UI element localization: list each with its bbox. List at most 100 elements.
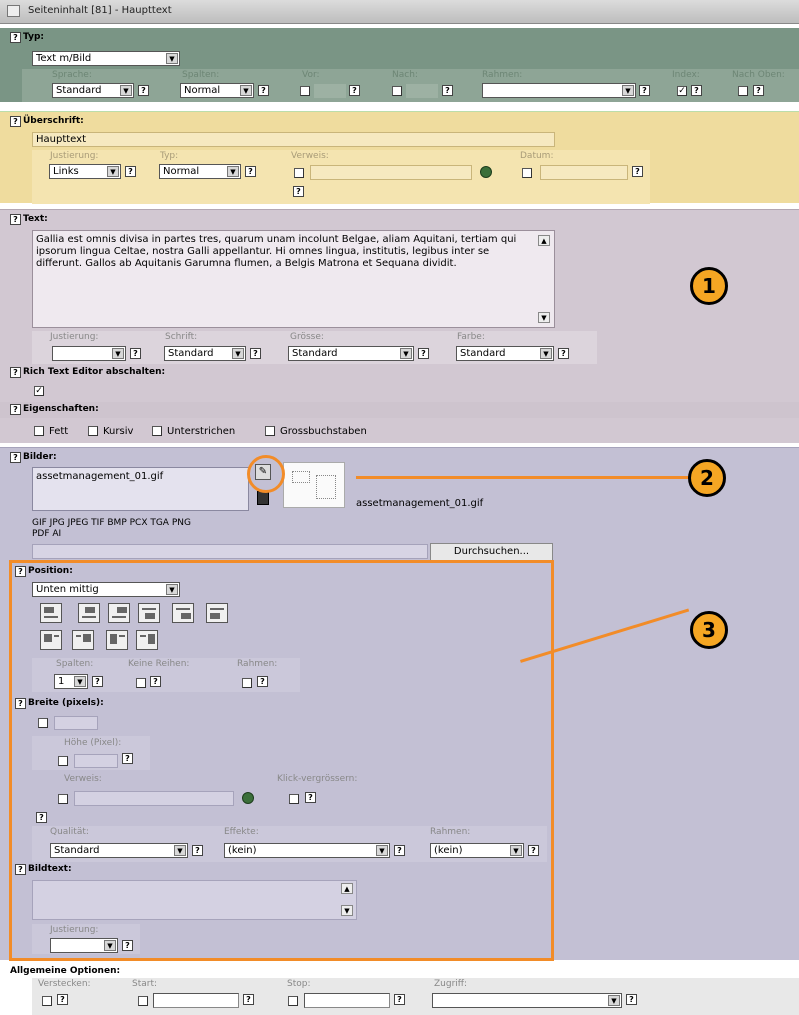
kursiv-checkbox[interactable] xyxy=(88,426,98,436)
help-icon[interactable]: ? xyxy=(10,367,21,378)
rte-header: Rich Text Editor abschalten: xyxy=(23,367,166,377)
help-icon[interactable]: ? xyxy=(753,85,764,96)
rahmen-label: Rahmen: xyxy=(482,70,523,80)
thumbnail-caption: assetmanagement_01.gif xyxy=(356,498,484,509)
grossbuchstaben-checkbox[interactable] xyxy=(265,426,275,436)
window-title: Seiteninhalt [81] - Haupttext xyxy=(28,5,172,16)
help-icon[interactable]: ? xyxy=(258,85,269,96)
help-icon[interactable]: ? xyxy=(125,166,136,177)
callout-badge-3: 3 xyxy=(690,611,728,649)
help-icon[interactable]: ? xyxy=(394,994,405,1005)
justierung-select[interactable]: Links ▼ xyxy=(49,164,121,179)
help-icon[interactable]: ? xyxy=(130,348,141,359)
text-body-textarea[interactable]: Gallia est omnis divisa in partes tres, … xyxy=(32,230,555,328)
nach-checkbox[interactable] xyxy=(392,86,402,96)
typ-section: ? Typ: Text m/Bild ▼ Sprache: Spalten: Vo… xyxy=(0,28,799,102)
start-input[interactable] xyxy=(153,993,239,1008)
image-thumbnail xyxy=(283,462,345,508)
help-icon[interactable]: ? xyxy=(418,348,429,359)
vor-input[interactable] xyxy=(314,84,346,98)
index-checkbox[interactable]: ✓ xyxy=(677,86,687,96)
verstecken-label: Verstecken: xyxy=(38,979,91,989)
justierung-select[interactable]: ▼ xyxy=(52,346,126,361)
scroll-up-icon[interactable]: ▲ xyxy=(538,235,550,246)
help-icon[interactable]: ? xyxy=(442,85,453,96)
verstecken-checkbox[interactable] xyxy=(42,996,52,1006)
chevron-down-icon: ▼ xyxy=(540,348,552,359)
zugriff-label: Zugriff: xyxy=(434,979,468,989)
typ-select-heading[interactable]: Normal ▼ xyxy=(159,164,241,179)
help-icon[interactable]: ? xyxy=(691,85,702,96)
typ-select[interactable]: Text m/Bild ▼ xyxy=(32,51,180,66)
help-icon[interactable]: ? xyxy=(243,994,254,1005)
spalten-label: Spalten: xyxy=(182,70,220,80)
text-options-band: Justierung: Schrift: Grösse: Farbe: ▼ ? … xyxy=(32,331,597,364)
help-icon[interactable]: ? xyxy=(57,994,68,1005)
formats-text-line2: PDF AI xyxy=(32,529,62,539)
groesse-label: Grösse: xyxy=(290,332,324,342)
help-icon[interactable]: ? xyxy=(245,166,256,177)
allgemein-section: Allgemeine Optionen: Verstecken: Start: … xyxy=(0,962,799,1015)
help-icon[interactable]: ? xyxy=(10,116,21,127)
help-icon[interactable]: ? xyxy=(10,404,21,415)
help-icon[interactable]: ? xyxy=(10,214,21,225)
chevron-down-icon: ▼ xyxy=(112,348,124,359)
groesse-select[interactable]: Standard ▼ xyxy=(288,346,414,361)
stop-label: Stop: xyxy=(287,979,311,989)
help-icon[interactable]: ? xyxy=(558,348,569,359)
fett-checkbox[interactable] xyxy=(34,426,44,436)
rte-checkbox[interactable]: ✓ xyxy=(34,386,44,396)
verweis-checkbox[interactable] xyxy=(294,168,304,178)
scroll-down-icon[interactable]: ▼ xyxy=(538,312,550,323)
rahmen-select[interactable]: ▼ xyxy=(482,83,636,98)
vor-checkbox[interactable] xyxy=(300,86,310,96)
nach-oben-checkbox[interactable] xyxy=(738,86,748,96)
window-titlebar: Seiteninhalt [81] - Haupttext xyxy=(0,0,799,24)
help-icon[interactable]: ? xyxy=(349,85,360,96)
datum-input[interactable] xyxy=(540,165,628,180)
start-checkbox[interactable] xyxy=(138,996,148,1006)
nach-input[interactable] xyxy=(406,84,438,98)
sprache-select[interactable]: Standard ▼ xyxy=(52,83,134,98)
unterstrichen-label: Unterstrichen xyxy=(167,426,236,437)
typ-options-band: Sprache: Spalten: Vor: Nach: Rahmen: Ind… xyxy=(22,69,799,102)
callout-badge-2: 2 xyxy=(688,459,726,497)
ueberschrift-options-band: Justierung: Typ: Verweis: Datum: Links ▼ … xyxy=(32,150,650,204)
callout-3-frame xyxy=(9,560,554,961)
callout-2-circle xyxy=(247,455,285,493)
bilder-file-list[interactable]: assetmanagement_01.gif xyxy=(32,467,249,511)
help-icon[interactable]: ? xyxy=(293,186,304,197)
eigenschaften-band xyxy=(0,402,799,418)
vor-label: Vor: xyxy=(302,70,320,80)
fett-label: Fett xyxy=(49,426,69,437)
upload-file-input[interactable] xyxy=(32,544,428,559)
schrift-label: Schrift: xyxy=(165,332,198,342)
text-header: Text: xyxy=(23,214,48,224)
typ-label: Typ: xyxy=(160,151,179,161)
help-icon[interactable]: ? xyxy=(632,166,643,177)
datum-checkbox[interactable] xyxy=(522,168,532,178)
stop-checkbox[interactable] xyxy=(288,996,298,1006)
help-icon[interactable]: ? xyxy=(626,994,637,1005)
kursiv-label: Kursiv xyxy=(103,426,134,437)
schrift-select[interactable]: Standard ▼ xyxy=(164,346,246,361)
browse-button[interactable]: Durchsuchen... xyxy=(430,543,553,561)
globe-icon[interactable] xyxy=(480,166,492,178)
spalten-select[interactable]: Normal ▼ xyxy=(180,83,254,98)
help-icon[interactable]: ? xyxy=(10,32,21,43)
help-icon[interactable]: ? xyxy=(639,85,650,96)
delete-image-icon[interactable] xyxy=(257,491,269,505)
stop-input[interactable] xyxy=(304,993,390,1008)
help-icon[interactable]: ? xyxy=(138,85,149,96)
bilder-header: Bilder: xyxy=(23,452,57,462)
ueberschrift-header: Überschrift: xyxy=(23,116,84,126)
window-icon xyxy=(7,5,20,17)
verweis-input[interactable] xyxy=(310,165,472,180)
zugriff-select[interactable]: ▼ xyxy=(432,993,622,1008)
ueberschrift-input[interactable]: Haupttext xyxy=(32,132,555,147)
unterstrichen-checkbox[interactable] xyxy=(152,426,162,436)
verweis-label: Verweis: xyxy=(291,151,329,161)
help-icon[interactable]: ? xyxy=(10,452,21,463)
help-icon[interactable]: ? xyxy=(250,348,261,359)
farbe-select[interactable]: Standard ▼ xyxy=(456,346,554,361)
